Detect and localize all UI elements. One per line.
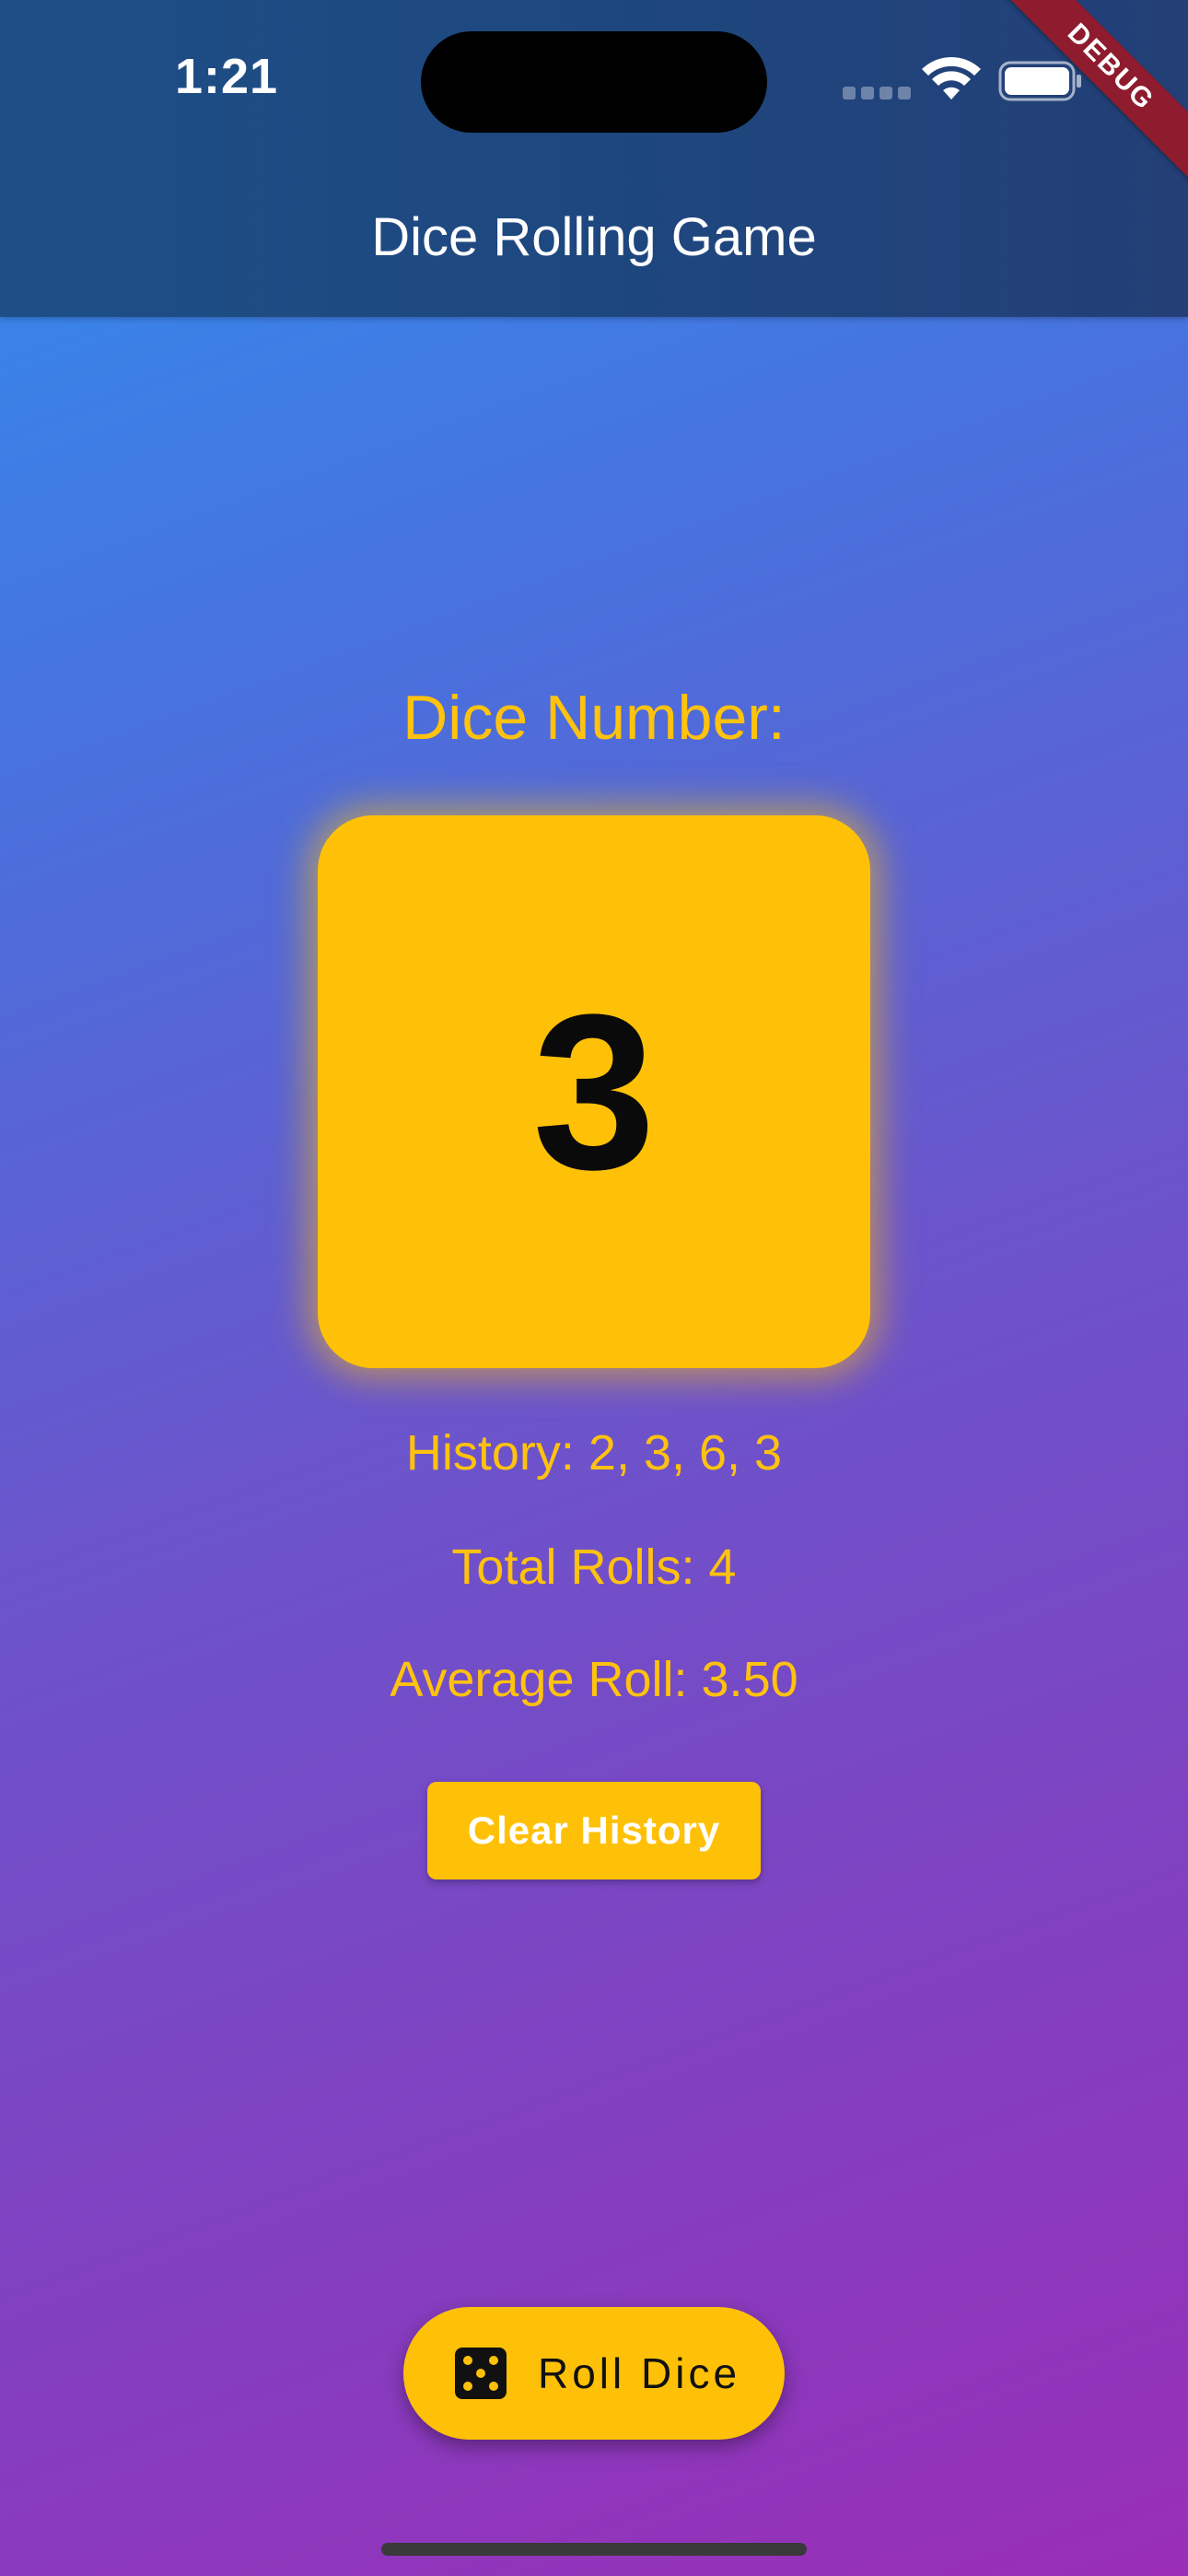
app-bar: 1:21 Dice Rolling Game [0, 0, 1188, 317]
roll-dice-label: Roll Dice [538, 2349, 741, 2397]
dynamic-island [421, 31, 767, 133]
app-screen: 1:21 Dice Rolling Game DEBUG Dice Number… [0, 0, 1188, 2576]
history-text: History: 2, 3, 6, 3 [405, 1425, 783, 1481]
home-indicator[interactable] [381, 2543, 807, 2556]
dice-number-label: Dice Number: [402, 683, 786, 753]
roll-dice-button[interactable]: Roll Dice [403, 2307, 785, 2440]
clear-history-button[interactable]: Clear History [427, 1782, 761, 1879]
wifi-icon [922, 57, 981, 100]
app-title: Dice Rolling Game [371, 207, 817, 267]
average-roll-text: Average Roll: 3.50 [390, 1652, 798, 1707]
dice-five-icon [455, 2348, 507, 2399]
cellular-signal-icon [843, 87, 916, 100]
dice-value: 3 [532, 968, 656, 1215]
status-time: 1:21 [175, 49, 279, 104]
battery-icon [998, 61, 1081, 101]
total-rolls-text: Total Rolls: 4 [451, 1540, 737, 1595]
dice-display: 3 [318, 815, 870, 1368]
